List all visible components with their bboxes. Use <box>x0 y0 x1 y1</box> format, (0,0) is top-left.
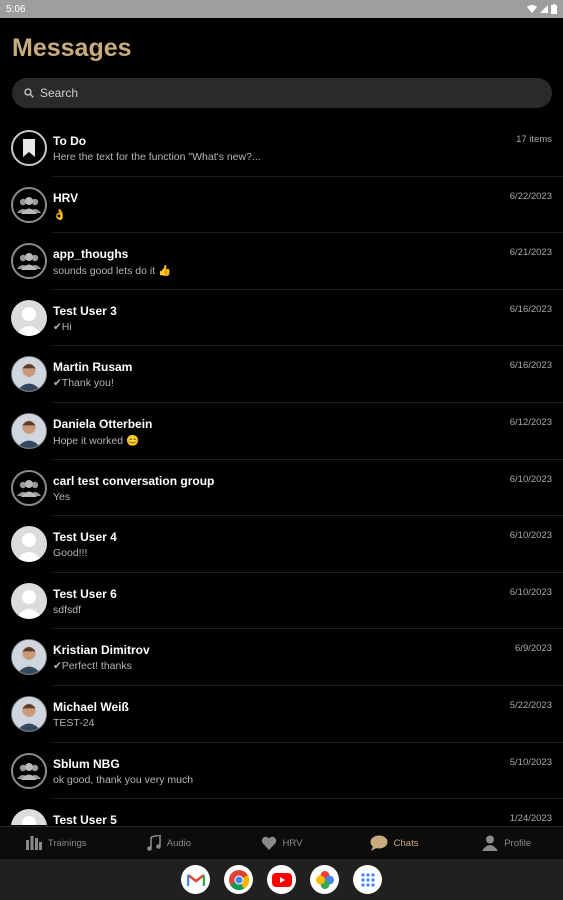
conversation-preview: ✔Thank you! <box>53 377 114 390</box>
conversation-preview: Yes <box>53 490 71 503</box>
conversation-date: 6/21/2023 <box>509 247 552 259</box>
conversation-name: HRV <box>53 190 79 205</box>
wifi-icon <box>527 5 537 13</box>
conversation-name: Martin Rusam <box>53 360 133 375</box>
group-icon <box>11 243 47 280</box>
signal-icon <box>540 5 548 13</box>
user-icon <box>11 526 47 563</box>
avatar <box>11 412 47 449</box>
conversation-row[interactable]: app_thoughssounds good lets do it 👍 6/21/… <box>0 233 563 290</box>
group-icon <box>11 186 47 223</box>
status-bar: 5:06 <box>0 0 563 18</box>
conversation-row[interactable]: Sblum NBG ok good, thank you very much 5/1… <box>0 743 563 800</box>
conversation-name: Sblum NBG <box>53 756 120 771</box>
status-time: 5:06 <box>6 3 26 15</box>
conversation-row[interactable]: Test User 3 ✔Hi 6/16/2023 <box>0 290 563 347</box>
chat-bubble-icon <box>370 835 388 851</box>
status-icons <box>527 4 557 14</box>
nav-tab-label: Trainings <box>47 837 87 849</box>
conversation-name: Kristian Dimitrov <box>53 643 150 658</box>
conversation-row[interactable]: Daniela Otterbein Hope it worked 😊 6/12/20… <box>0 403 563 460</box>
conversation-name: Daniela Otterbein <box>53 416 153 431</box>
conversation-preview: 👌 <box>53 208 67 221</box>
group-icon <box>11 752 47 789</box>
search-input[interactable] <box>40 86 520 100</box>
conversation-name: To Do <box>53 134 87 148</box>
photos-icon[interactable] <box>310 865 339 894</box>
nav-tab-profile[interactable]: Profile <box>450 827 563 859</box>
conversation-preview: sdfsdf <box>53 603 82 616</box>
nav-tab-label: Profile <box>504 837 532 849</box>
conversation-date: 6/16/2023 <box>509 360 552 372</box>
conversation-date: 1/24/2023 <box>509 813 552 825</box>
battery-icon <box>551 4 557 14</box>
conversation-preview: ok good, thank you very much <box>53 773 194 786</box>
heart-icon <box>261 836 277 850</box>
nav-tab-trainings[interactable]: Trainings <box>0 827 113 859</box>
group-icon <box>11 469 47 506</box>
youtube-icon[interactable] <box>267 865 296 894</box>
person-icon <box>482 835 499 851</box>
user-icon <box>11 299 47 336</box>
avatar <box>11 356 47 393</box>
conversation-date: 6/10/2023 <box>509 473 552 485</box>
nav-tab-label: Chats <box>393 837 419 849</box>
conversation-preview: TEST-24 <box>53 716 95 729</box>
conversation-row[interactable]: To Do Here the text for the function "Wha… <box>0 120 563 177</box>
gmail-icon[interactable] <box>181 865 210 894</box>
conversation-name: Test User 3 <box>53 303 117 318</box>
conversation-row[interactable]: Michael Weiß TEST-24 5/22/2023 <box>0 686 563 743</box>
conversation-name: Test User 6 <box>53 586 117 601</box>
avatar <box>11 639 47 676</box>
nav-tab-audio[interactable]: Audio <box>113 827 226 859</box>
conversation-date: 6/10/2023 <box>509 586 552 598</box>
conversation-preview: Hope it worked 😊 <box>53 434 140 447</box>
nav-tab-chats[interactable]: Chats <box>338 827 451 859</box>
conversation-preview: ✔Perfect! thanks <box>53 660 132 673</box>
conversation-row[interactable]: Kristian Dimitrov ✔Perfect! thanks 6/9/202… <box>0 629 563 686</box>
todo-icon <box>11 130 47 166</box>
conversation-row[interactable]: Test User 5 1/24/2023 <box>0 799 563 825</box>
conversation-row[interactable]: carl test conversation group Yes 6/10/2023 <box>0 460 563 517</box>
conversation-date: 6/12/2023 <box>509 416 552 428</box>
conversation-date: 6/16/2023 <box>509 303 552 315</box>
conversation-date: 17 items <box>516 134 552 145</box>
chrome-icon[interactable] <box>224 865 253 894</box>
conversation-name: carl test conversation group <box>53 473 215 488</box>
conversation-list[interactable]: To Do Here the text for the function "Wha… <box>0 120 563 825</box>
search-icon <box>24 88 34 98</box>
conversation-preview: Here the text for the function "What's n… <box>53 151 261 163</box>
system-taskbar <box>0 859 563 900</box>
conversation-name: Michael Weiß <box>53 699 129 714</box>
nav-tab-label: Audio <box>166 837 192 849</box>
conversation-date: 6/9/2023 <box>515 643 552 655</box>
conversation-date: 6/22/2023 <box>509 190 552 202</box>
conversation-preview: ✔Hi <box>53 320 72 333</box>
conversation-name: Test User 5 <box>53 813 117 825</box>
conversation-name: Test User 4 <box>53 530 117 545</box>
user-icon <box>11 809 47 825</box>
bar-chart-icon <box>25 836 42 850</box>
search-bar[interactable] <box>12 78 552 108</box>
conversation-name: app_thoughs <box>53 247 129 262</box>
conversation-date: 5/10/2023 <box>509 756 552 768</box>
conversation-preview: Good!!! <box>53 547 88 560</box>
conversation-row[interactable]: HRV 👌 6/22/2023 <box>0 177 563 234</box>
page-title: Messages <box>12 34 132 62</box>
conversation-row[interactable]: Martin Rusam ✔Thank you! 6/16/2023 <box>0 346 563 403</box>
conversation-date: 6/10/2023 <box>509 530 552 542</box>
avatar <box>11 695 47 732</box>
conversation-row[interactable]: Test User 6 sdfsdf 6/10/2023 <box>0 573 563 630</box>
bottom-navigation: Trainings Audio HRV Chats Profile <box>0 826 563 859</box>
nav-tab-hrv[interactable]: HRV <box>225 827 338 859</box>
nav-tab-label: HRV <box>282 837 303 849</box>
user-icon <box>11 582 47 619</box>
music-note-icon <box>146 835 161 851</box>
conversation-row[interactable]: Test User 4 Good!!! 6/10/2023 <box>0 516 563 573</box>
conversation-preview: sounds good lets do it 👍 <box>53 265 172 278</box>
conversation-date: 5/22/2023 <box>509 699 552 711</box>
app-drawer-icon[interactable] <box>353 865 382 894</box>
